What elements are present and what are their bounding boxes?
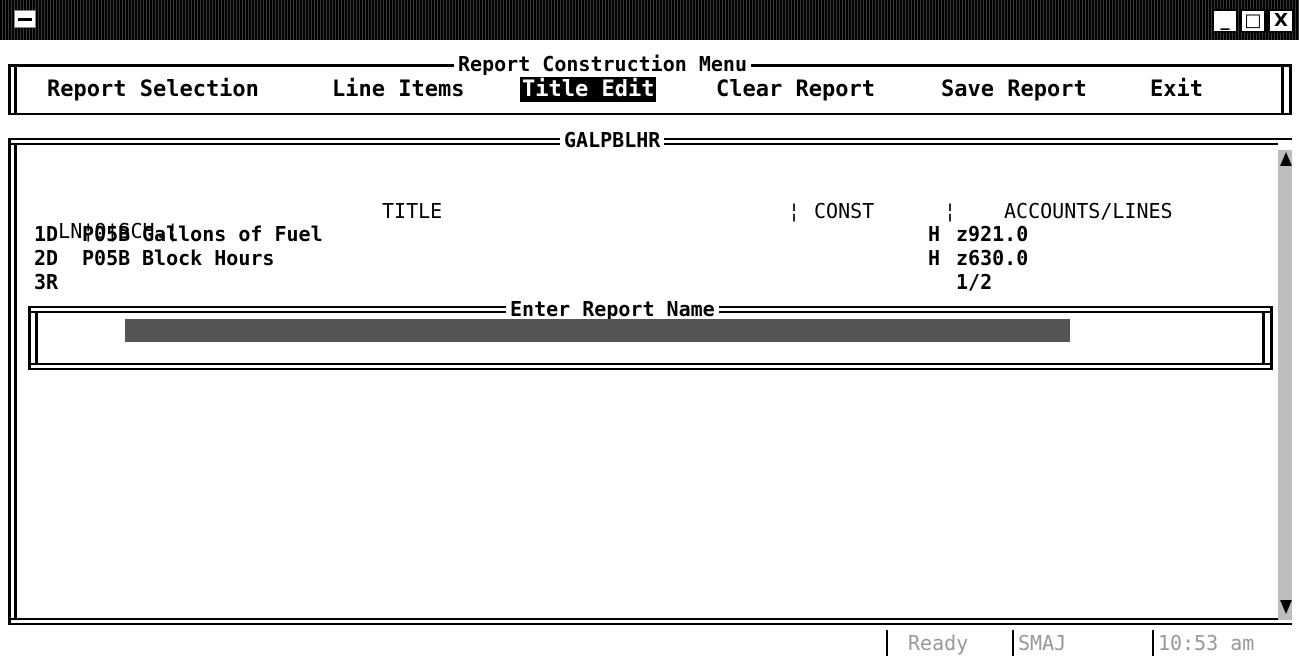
menu-item-exit[interactable]: Exit: [1150, 77, 1203, 102]
close-button[interactable]: X: [1268, 9, 1294, 33]
menu-item-clear-report[interactable]: Clear Report: [716, 77, 875, 102]
row-title: Block Hours: [142, 246, 275, 270]
status-time: 10:53 am: [1158, 631, 1255, 655]
dialog-right-border-inner: [1262, 311, 1265, 365]
menu-item-save-report[interactable]: Save Report: [941, 77, 1087, 102]
status-separator: [886, 630, 888, 656]
row-account: 1/2: [956, 270, 993, 294]
menu-box-left-border: [8, 64, 11, 114]
titlebar-pattern: [0, 0, 1299, 40]
report-name-title: GALPBLHR: [560, 130, 665, 150]
row-account: z630.0: [956, 246, 1029, 270]
scroll-up-icon[interactable]: [1280, 152, 1292, 166]
dialog-title: Enter Report Name: [506, 299, 719, 319]
menu-box-bottom-border: [8, 113, 1292, 115]
status-separator: [1012, 630, 1014, 656]
scroll-down-icon[interactable]: [1280, 600, 1292, 614]
report-box-bottom-border: [8, 623, 1292, 625]
dialog-left-border: [28, 306, 31, 370]
row-ln: 2D: [34, 246, 59, 270]
menu-item-title-edit-label: Title Edit: [520, 77, 657, 102]
row-h: H: [928, 246, 941, 270]
menu-item-title-edit[interactable]: Title Edit: [520, 77, 657, 102]
vertical-scrollbar[interactable]: [1278, 150, 1292, 620]
row-ln: 1D: [34, 222, 59, 246]
menu-item-line-items[interactable]: Line Items: [332, 77, 464, 102]
row-h: H: [928, 222, 941, 246]
dialog-right-border: [1270, 306, 1273, 370]
col-const-header: CONST: [814, 199, 875, 223]
minimize-button[interactable]: _: [1212, 9, 1238, 33]
menu-item-report-selection[interactable]: Report Selection: [47, 77, 259, 102]
row-account: z921.0: [956, 222, 1029, 246]
row-title: Gallons of Fuel: [142, 222, 323, 246]
status-state: Ready: [908, 631, 969, 655]
window-titlebar[interactable]: _ □ X: [0, 0, 1299, 40]
dialog-bottom-border: [28, 368, 1272, 370]
status-user: SMAJ: [1018, 631, 1067, 655]
status-separator: [1152, 630, 1154, 656]
menu-box-right-border-inner: [1281, 64, 1284, 114]
col-accounts-header: ACCOUNTS/LINES: [1004, 199, 1173, 223]
col-separator: ¦: [944, 199, 957, 223]
row-sch: P05B: [82, 246, 131, 270]
system-menu-icon[interactable]: [14, 10, 36, 28]
menu-title: Report Construction Menu: [454, 54, 751, 74]
dialog-left-border-inner: [35, 311, 38, 365]
col-separator: ¦: [788, 199, 801, 223]
row-sch: P05B: [82, 222, 131, 246]
report-name-input[interactable]: [125, 319, 1070, 342]
col-ln-header: LN: [58, 219, 83, 243]
dialog-bottom-border-inner: [28, 363, 1272, 365]
menu-box-left-border-inner: [14, 64, 17, 114]
col-title-header: TITLE: [382, 199, 443, 223]
maximize-button[interactable]: □: [1240, 9, 1266, 33]
terminal-window: _ □ X Report Construction Menu Report Se…: [0, 0, 1299, 656]
report-box-bottom-border-inner: [8, 618, 1292, 620]
row-ln: 3R: [34, 270, 59, 294]
menu-box-right-border: [1289, 64, 1292, 114]
